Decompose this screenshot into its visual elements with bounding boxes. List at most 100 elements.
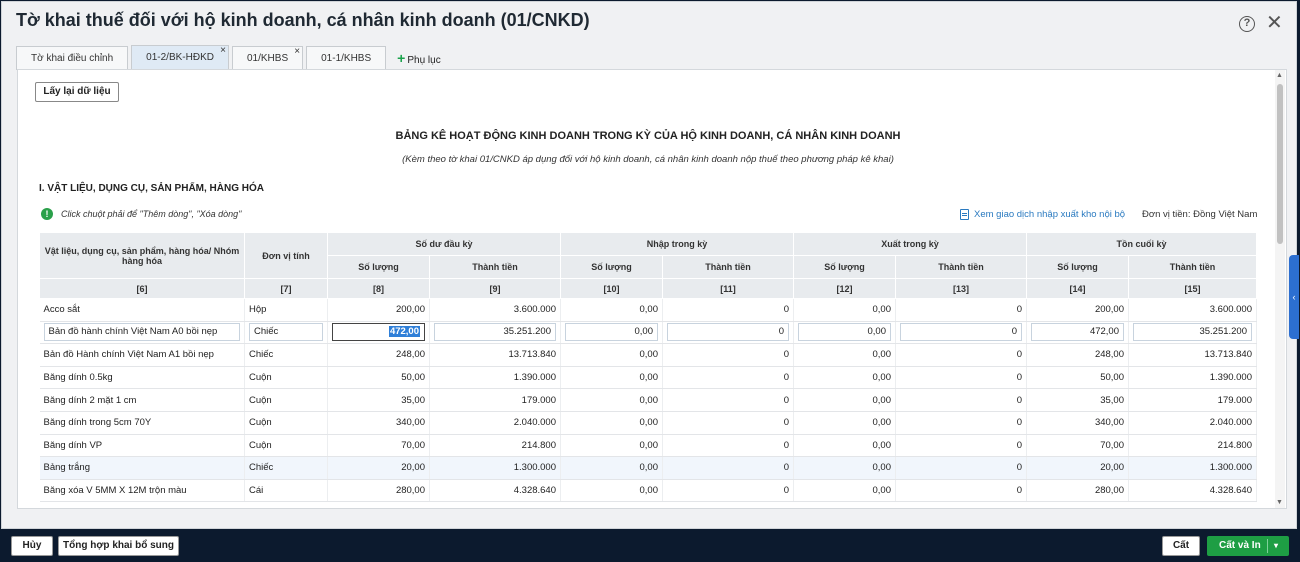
- closing-amount-cell[interactable]: 35.251.200: [1128, 321, 1257, 345]
- save-button[interactable]: Cất: [1162, 536, 1200, 556]
- export-amount-cell[interactable]: 0: [895, 456, 1027, 480]
- import-amount-cell[interactable]: 0: [662, 366, 794, 390]
- import-qty-cell[interactable]: 0,00: [560, 479, 663, 503]
- import-qty-input[interactable]: 0,00: [565, 323, 658, 342]
- closing-amount-cell[interactable]: 3.600.000: [1128, 298, 1257, 322]
- opening-amount-cell[interactable]: 35.251.200: [429, 321, 561, 345]
- closing-qty-cell[interactable]: 70,00: [1026, 434, 1129, 458]
- close-icon[interactable]: ✕: [1266, 13, 1283, 33]
- closing-amount-cell[interactable]: 4.328.640: [1128, 479, 1257, 503]
- export-qty-cell[interactable]: 0,00: [793, 366, 896, 390]
- closing-qty-cell[interactable]: 200,00: [1026, 298, 1129, 322]
- cancel-button[interactable]: Hủy: [11, 536, 53, 556]
- unit-cell[interactable]: Chiếc: [244, 456, 328, 480]
- export-qty-cell[interactable]: 0,00: [793, 456, 896, 480]
- unit-cell[interactable]: Cuộn: [244, 388, 328, 412]
- export-amount-cell[interactable]: 0: [895, 366, 1027, 390]
- tab-close-icon[interactable]: ×: [294, 40, 300, 63]
- tab-01-2-bk-hdkd[interactable]: 01-2/BK-HĐKD ×: [131, 45, 229, 70]
- export-qty-cell[interactable]: 0,00: [793, 434, 896, 458]
- opening-amount-cell[interactable]: 179.000: [429, 388, 561, 412]
- opening-amount-cell[interactable]: 4.328.640: [429, 479, 561, 503]
- export-amount-cell[interactable]: 0: [895, 434, 1027, 458]
- opening-qty-cell[interactable]: 248,00: [327, 343, 430, 367]
- export-amount-cell[interactable]: 0: [895, 479, 1027, 503]
- unit-cell[interactable]: Cuộn: [244, 434, 328, 458]
- item-name-cell[interactable]: Băng dính VP: [39, 434, 245, 458]
- export-qty-cell[interactable]: 0,00: [793, 411, 896, 435]
- item-name-cell[interactable]: Băng dính trong 5cm 70Y: [39, 411, 245, 435]
- table-row[interactable]: Acco sắt Hộp 200,00 3.600.000 0,00 0 0,00 0 200,…: [39, 298, 1257, 322]
- import-amount-cell[interactable]: 0: [662, 298, 794, 322]
- reload-data-button[interactable]: Lấy lại dữ liệu: [35, 82, 119, 102]
- tab-close-icon[interactable]: ×: [220, 39, 226, 62]
- scroll-down-icon[interactable]: ▼: [1276, 499, 1283, 506]
- table-row[interactable]: Băng dính 2 mặt 1 cm Cuộn 35,00 179.000 0,00…: [39, 388, 1257, 412]
- export-qty-input[interactable]: 0,00: [798, 323, 891, 342]
- closing-qty-cell[interactable]: 20,00: [1026, 456, 1129, 480]
- export-qty-cell[interactable]: 0,00: [793, 343, 896, 367]
- import-qty-cell[interactable]: 0,00: [560, 434, 663, 458]
- opening-amount-cell[interactable]: 3.600.000: [429, 298, 561, 322]
- export-qty-cell[interactable]: 0,00: [793, 479, 896, 503]
- table-row[interactable]: Băng dính trong 5cm 70Y Cuộn 340,00 2.040.0…: [39, 411, 1257, 435]
- opening-amount-cell[interactable]: 2.040.000: [429, 411, 561, 435]
- import-qty-cell[interactable]: 0,00: [560, 366, 663, 390]
- opening-amount-input[interactable]: 35.251.200: [434, 323, 556, 342]
- closing-qty-cell[interactable]: 35,00: [1026, 388, 1129, 412]
- scrollbar-thumb[interactable]: [1277, 84, 1283, 244]
- import-amount-cell[interactable]: 0: [662, 388, 794, 412]
- opening-qty-input[interactable]: 472,00: [332, 323, 425, 342]
- opening-amount-cell[interactable]: 1.300.000: [429, 456, 561, 480]
- import-amount-cell[interactable]: 0: [662, 456, 794, 480]
- table-row[interactable]: Bảng trắng Chiếc 20,00 1.300.000 0,00 0 0,00 0 2…: [39, 456, 1257, 480]
- export-qty-cell[interactable]: 0,00: [793, 298, 896, 322]
- import-qty-cell[interactable]: 0,00: [560, 456, 663, 480]
- unit-cell[interactable]: Chiếc: [244, 343, 328, 367]
- document-icon[interactable]: [960, 209, 969, 220]
- import-amount-cell[interactable]: 0: [662, 321, 794, 345]
- import-qty-cell[interactable]: 0,00: [560, 343, 663, 367]
- supplementary-summary-button[interactable]: Tổng hợp khai bổ sung: [58, 536, 179, 556]
- opening-amount-cell[interactable]: 1.390.000: [429, 366, 561, 390]
- import-qty-cell[interactable]: 0,00: [560, 321, 663, 345]
- item-name-cell[interactable]: Bản đồ hành chính Việt Nam A0 bồi nẹp: [39, 321, 245, 345]
- closing-qty-cell[interactable]: 50,00: [1026, 366, 1129, 390]
- closing-amount-cell[interactable]: 214.800: [1128, 434, 1257, 458]
- export-amount-cell[interactable]: 0: [895, 388, 1027, 412]
- closing-qty-input[interactable]: 472,00: [1031, 323, 1124, 342]
- export-amount-cell[interactable]: 0: [895, 411, 1027, 435]
- export-amount-cell[interactable]: 0: [895, 298, 1027, 322]
- export-amount-cell[interactable]: 0: [895, 343, 1027, 367]
- item-name-cell[interactable]: Bảng trắng: [39, 456, 245, 480]
- closing-amount-cell[interactable]: 1.390.000: [1128, 366, 1257, 390]
- table-row[interactable]: Bản đồ Hành chính Việt Nam A1 bồi nẹp Chi…: [39, 343, 1257, 367]
- item-name-cell[interactable]: Băng dính 2 mặt 1 cm: [39, 388, 245, 412]
- opening-qty-cell[interactable]: 70,00: [327, 434, 430, 458]
- closing-amount-cell[interactable]: 179.000: [1128, 388, 1257, 412]
- item-name-input[interactable]: Bản đồ hành chính Việt Nam A0 bồi nẹp: [43, 323, 240, 342]
- table-row[interactable]: Băng dính 0.5kg Cuộn 50,00 1.390.000 0,00 0 0,…: [39, 366, 1257, 390]
- import-amount-cell[interactable]: 0: [662, 479, 794, 503]
- unit-input[interactable]: Chiếc: [249, 323, 323, 342]
- internal-transfer-link[interactable]: Xem giao dịch nhập xuất kho nội bộ: [974, 209, 1125, 220]
- table-row[interactable]: Băng dính VP Cuộn 70,00 214.800 0,00 0 0,00 0 70…: [39, 434, 1257, 458]
- opening-qty-cell[interactable]: 35,00: [327, 388, 430, 412]
- export-amount-cell[interactable]: 0: [895, 321, 1027, 345]
- help-icon[interactable]: ?: [1239, 16, 1255, 32]
- export-amount-input[interactable]: 0: [900, 323, 1022, 342]
- side-panel-toggle[interactable]: ‹: [1289, 255, 1299, 339]
- closing-qty-cell[interactable]: 248,00: [1026, 343, 1129, 367]
- import-amount-cell[interactable]: 0: [662, 343, 794, 367]
- opening-qty-cell[interactable]: 340,00: [327, 411, 430, 435]
- closing-amount-cell[interactable]: 2.040.000: [1128, 411, 1257, 435]
- closing-qty-cell[interactable]: 472,00: [1026, 321, 1129, 345]
- unit-cell[interactable]: Cuộn: [244, 366, 328, 390]
- tab-01-1-khbs[interactable]: 01-1/KHBS: [306, 46, 387, 70]
- tab-01-khbs[interactable]: 01/KHBS ×: [231, 46, 304, 70]
- opening-qty-cell[interactable]: 50,00: [327, 366, 430, 390]
- save-and-print-button[interactable]: Cất và In ▾: [1207, 536, 1289, 556]
- opening-qty-cell[interactable]: 472,00: [327, 321, 430, 345]
- scroll-up-icon[interactable]: ▲: [1276, 72, 1283, 79]
- unit-cell[interactable]: Cuộn: [244, 411, 328, 435]
